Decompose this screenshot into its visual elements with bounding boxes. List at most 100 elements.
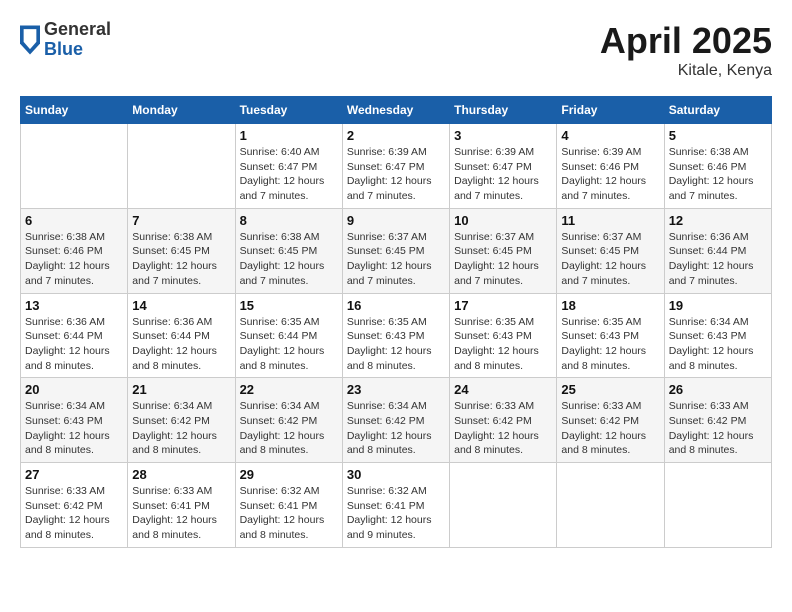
day-info: Sunrise: 6:34 AMSunset: 6:42 PMDaylight:… xyxy=(132,399,230,458)
day-info: Sunrise: 6:35 AMSunset: 6:43 PMDaylight:… xyxy=(347,315,445,374)
day-info: Sunrise: 6:40 AMSunset: 6:47 PMDaylight:… xyxy=(240,145,338,204)
day-number: 29 xyxy=(240,467,338,482)
calendar-cell xyxy=(21,124,128,209)
page-header: General Blue April 2025 Kitale, Kenya xyxy=(20,20,772,80)
day-number: 10 xyxy=(454,213,552,228)
header-day-tuesday: Tuesday xyxy=(235,97,342,124)
logo-icon xyxy=(20,25,40,55)
day-number: 8 xyxy=(240,213,338,228)
day-number: 6 xyxy=(25,213,123,228)
title-block: April 2025 Kitale, Kenya xyxy=(600,20,772,80)
day-info: Sunrise: 6:33 AMSunset: 6:42 PMDaylight:… xyxy=(669,399,767,458)
calendar-cell: 27 Sunrise: 6:33 AMSunset: 6:42 PMDayligh… xyxy=(21,463,128,548)
logo: General Blue xyxy=(20,20,111,60)
day-info: Sunrise: 6:39 AMSunset: 6:47 PMDaylight:… xyxy=(454,145,552,204)
day-number: 19 xyxy=(669,298,767,313)
day-number: 27 xyxy=(25,467,123,482)
day-info: Sunrise: 6:38 AMSunset: 6:45 PMDaylight:… xyxy=(240,230,338,289)
calendar-cell: 5 Sunrise: 6:38 AMSunset: 6:46 PMDaylight… xyxy=(664,124,771,209)
calendar-cell: 3 Sunrise: 6:39 AMSunset: 6:47 PMDaylight… xyxy=(450,124,557,209)
calendar-week-5: 27 Sunrise: 6:33 AMSunset: 6:42 PMDayligh… xyxy=(21,463,772,548)
day-info: Sunrise: 6:38 AMSunset: 6:46 PMDaylight:… xyxy=(25,230,123,289)
header-day-monday: Monday xyxy=(128,97,235,124)
calendar-cell: 30Sunrise: 6:32 AMSunset: 6:41 PMDayligh… xyxy=(342,463,449,548)
calendar-cell: 6 Sunrise: 6:38 AMSunset: 6:46 PMDaylight… xyxy=(21,208,128,293)
day-number: 24 xyxy=(454,382,552,397)
day-number: 7 xyxy=(132,213,230,228)
day-info: Sunrise: 6:33 AMSunset: 6:42 PMDaylight:… xyxy=(454,399,552,458)
calendar-cell: 28Sunrise: 6:33 AMSunset: 6:41 PMDayligh… xyxy=(128,463,235,548)
logo-text: General Blue xyxy=(44,20,111,60)
day-info: Sunrise: 6:35 AMSunset: 6:44 PMDaylight:… xyxy=(240,315,338,374)
day-info: Sunrise: 6:33 AMSunset: 6:41 PMDaylight:… xyxy=(132,484,230,543)
day-info: Sunrise: 6:33 AMSunset: 6:42 PMDaylight:… xyxy=(25,484,123,543)
calendar-cell: 13Sunrise: 6:36 AMSunset: 6:44 PMDayligh… xyxy=(21,293,128,378)
calendar-cell: 16 Sunrise: 6:35 AMSunset: 6:43 PMDayligh… xyxy=(342,293,449,378)
day-number: 15 xyxy=(240,298,338,313)
day-number: 23 xyxy=(347,382,445,397)
calendar-cell: 4Sunrise: 6:39 AMSunset: 6:46 PMDaylight… xyxy=(557,124,664,209)
day-number: 5 xyxy=(669,128,767,143)
day-info: Sunrise: 6:38 AMSunset: 6:46 PMDaylight:… xyxy=(669,145,767,204)
calendar-header: SundayMondayTuesdayWednesdayThursdayFrid… xyxy=(21,97,772,124)
day-info: Sunrise: 6:37 AMSunset: 6:45 PMDaylight:… xyxy=(454,230,552,289)
day-number: 21 xyxy=(132,382,230,397)
day-info: Sunrise: 6:34 AMSunset: 6:43 PMDaylight:… xyxy=(25,399,123,458)
day-info: Sunrise: 6:33 AMSunset: 6:42 PMDaylight:… xyxy=(561,399,659,458)
calendar-cell: 29Sunrise: 6:32 AMSunset: 6:41 PMDayligh… xyxy=(235,463,342,548)
calendar-cell: 7 Sunrise: 6:38 AMSunset: 6:45 PMDaylight… xyxy=(128,208,235,293)
calendar-cell: 17 Sunrise: 6:35 AMSunset: 6:43 PMDayligh… xyxy=(450,293,557,378)
day-info: Sunrise: 6:36 AMSunset: 6:44 PMDaylight:… xyxy=(132,315,230,374)
day-info: Sunrise: 6:34 AMSunset: 6:43 PMDaylight:… xyxy=(669,315,767,374)
day-number: 26 xyxy=(669,382,767,397)
calendar-cell: 2 Sunrise: 6:39 AMSunset: 6:47 PMDaylight… xyxy=(342,124,449,209)
calendar-cell: 25Sunrise: 6:33 AMSunset: 6:42 PMDayligh… xyxy=(557,378,664,463)
day-number: 18 xyxy=(561,298,659,313)
calendar-cell: 11 Sunrise: 6:37 AMSunset: 6:45 PMDayligh… xyxy=(557,208,664,293)
calendar-cell xyxy=(557,463,664,548)
day-number: 17 xyxy=(454,298,552,313)
day-info: Sunrise: 6:38 AMSunset: 6:45 PMDaylight:… xyxy=(132,230,230,289)
calendar-cell: 23 Sunrise: 6:34 AMSunset: 6:42 PMDayligh… xyxy=(342,378,449,463)
calendar-week-2: 6 Sunrise: 6:38 AMSunset: 6:46 PMDaylight… xyxy=(21,208,772,293)
calendar-cell: 14 Sunrise: 6:36 AMSunset: 6:44 PMDayligh… xyxy=(128,293,235,378)
day-info: Sunrise: 6:39 AMSunset: 6:46 PMDaylight:… xyxy=(561,145,659,204)
day-info: Sunrise: 6:35 AMSunset: 6:43 PMDaylight:… xyxy=(454,315,552,374)
calendar-cell: 20 Sunrise: 6:34 AMSunset: 6:43 PMDayligh… xyxy=(21,378,128,463)
day-info: Sunrise: 6:35 AMSunset: 6:43 PMDaylight:… xyxy=(561,315,659,374)
header-row: SundayMondayTuesdayWednesdayThursdayFrid… xyxy=(21,97,772,124)
header-day-friday: Friday xyxy=(557,97,664,124)
logo-blue-text: Blue xyxy=(44,40,111,60)
day-number: 12 xyxy=(669,213,767,228)
day-number: 20 xyxy=(25,382,123,397)
header-day-wednesday: Wednesday xyxy=(342,97,449,124)
calendar-table: SundayMondayTuesdayWednesdayThursdayFrid… xyxy=(20,96,772,548)
day-number: 22 xyxy=(240,382,338,397)
day-number: 2 xyxy=(347,128,445,143)
day-info: Sunrise: 6:34 AMSunset: 6:42 PMDaylight:… xyxy=(347,399,445,458)
calendar-cell: 1 Sunrise: 6:40 AMSunset: 6:47 PMDaylight… xyxy=(235,124,342,209)
day-number: 1 xyxy=(240,128,338,143)
calendar-cell: 15 Sunrise: 6:35 AMSunset: 6:44 PMDayligh… xyxy=(235,293,342,378)
day-info: Sunrise: 6:39 AMSunset: 6:47 PMDaylight:… xyxy=(347,145,445,204)
calendar-week-4: 20 Sunrise: 6:34 AMSunset: 6:43 PMDayligh… xyxy=(21,378,772,463)
calendar-cell: 12 Sunrise: 6:36 AMSunset: 6:44 PMDayligh… xyxy=(664,208,771,293)
calendar-cell: 22Sunrise: 6:34 AMSunset: 6:42 PMDayligh… xyxy=(235,378,342,463)
calendar-cell: 24 Sunrise: 6:33 AMSunset: 6:42 PMDayligh… xyxy=(450,378,557,463)
calendar-week-1: 1 Sunrise: 6:40 AMSunset: 6:47 PMDaylight… xyxy=(21,124,772,209)
day-info: Sunrise: 6:32 AMSunset: 6:41 PMDaylight:… xyxy=(347,484,445,543)
month-title: April 2025 xyxy=(600,20,772,62)
day-info: Sunrise: 6:36 AMSunset: 6:44 PMDaylight:… xyxy=(669,230,767,289)
calendar-cell xyxy=(664,463,771,548)
day-info: Sunrise: 6:37 AMSunset: 6:45 PMDaylight:… xyxy=(347,230,445,289)
calendar-cell: 19 Sunrise: 6:34 AMSunset: 6:43 PMDayligh… xyxy=(664,293,771,378)
day-number: 14 xyxy=(132,298,230,313)
day-number: 11 xyxy=(561,213,659,228)
day-number: 3 xyxy=(454,128,552,143)
day-number: 9 xyxy=(347,213,445,228)
day-info: Sunrise: 6:37 AMSunset: 6:45 PMDaylight:… xyxy=(561,230,659,289)
calendar-cell xyxy=(128,124,235,209)
day-number: 16 xyxy=(347,298,445,313)
calendar-body: 1 Sunrise: 6:40 AMSunset: 6:47 PMDaylight… xyxy=(21,124,772,548)
day-number: 13 xyxy=(25,298,123,313)
